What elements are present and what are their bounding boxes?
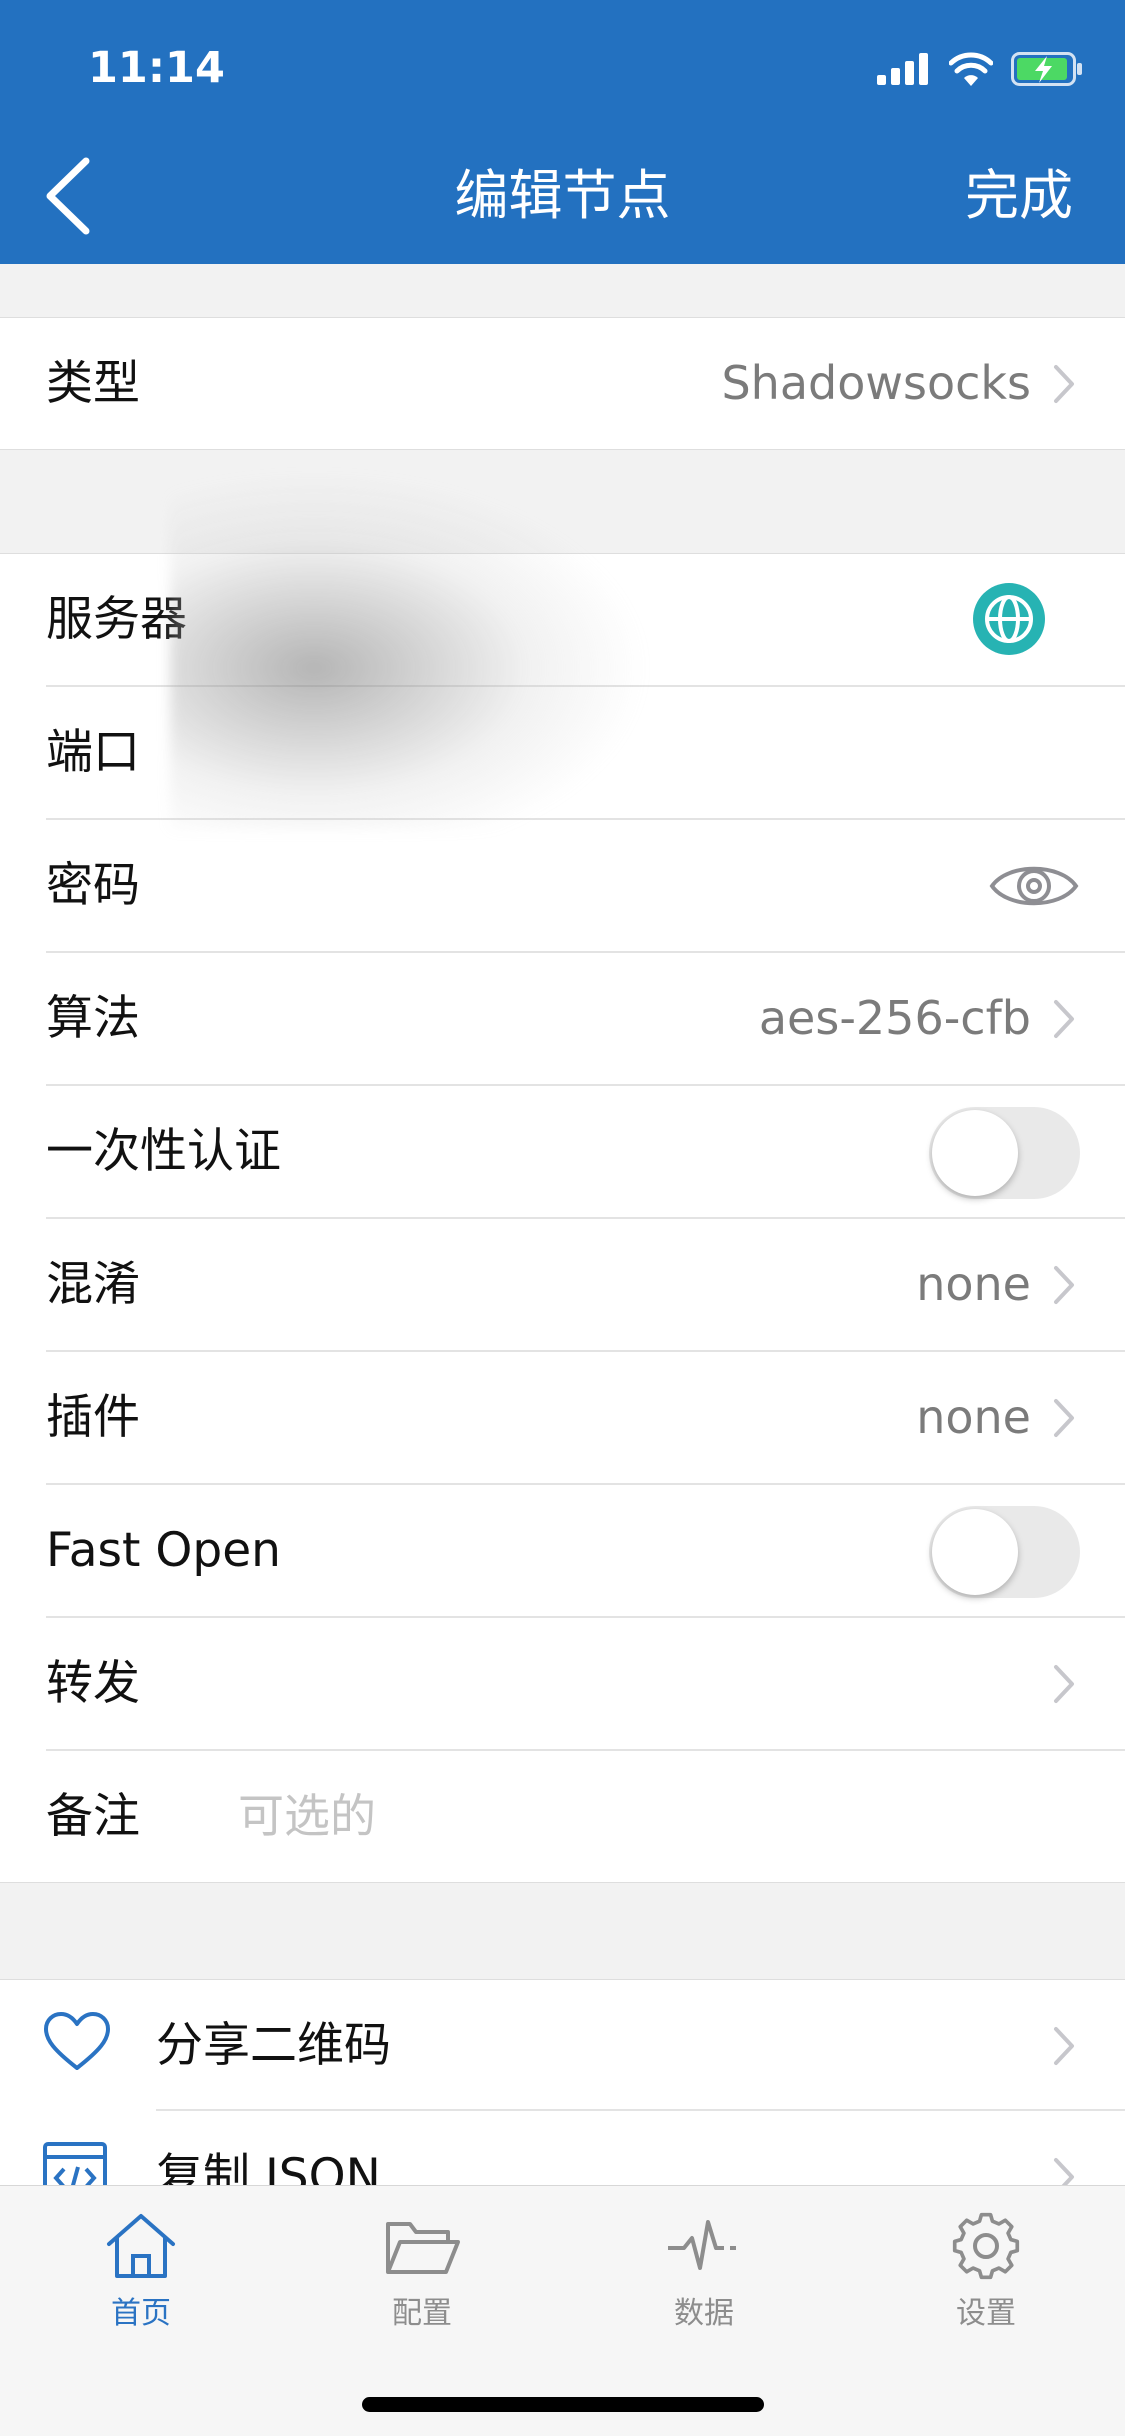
globe-glyph xyxy=(985,595,1033,643)
cipher-row[interactable]: 算法 aes-256-cfb xyxy=(46,953,1125,1086)
signal-icon xyxy=(877,53,928,85)
tab-home[interactable]: 首页 xyxy=(41,2186,241,2332)
copy-json-row[interactable]: 复制 JSON xyxy=(0,2111,1125,2187)
chevron-right-icon xyxy=(1054,1000,1074,1038)
home-icon xyxy=(107,2214,175,2278)
heart-icon xyxy=(44,2012,110,2070)
globe-icon[interactable] xyxy=(973,583,1045,655)
ota-row: 一次性认证 xyxy=(46,1086,1125,1219)
server-label: 服务器 xyxy=(46,592,187,647)
chevron-right-icon xyxy=(1054,365,1074,403)
obfs-label: 混淆 xyxy=(46,1257,140,1312)
chevron-right-icon xyxy=(1054,1399,1074,1437)
toggle-knob xyxy=(932,1509,1018,1595)
ota-label: 一次性认证 xyxy=(46,1124,281,1179)
code-window-icon xyxy=(43,2142,107,2187)
tab-settings[interactable]: 设置 xyxy=(886,2186,1086,2332)
tab-bar: 首页 配置 数据 设置 xyxy=(0,2185,1125,2436)
remark-row[interactable]: 备注 可选的 xyxy=(46,1751,1125,1882)
chevron-right-icon xyxy=(1054,2158,1074,2187)
type-value: Shadowsocks xyxy=(721,356,1031,410)
obfs-row[interactable]: 混淆 none xyxy=(46,1219,1125,1352)
cipher-value: aes-256-cfb xyxy=(758,991,1031,1045)
home-indicator xyxy=(362,2397,764,2412)
forward-row[interactable]: 转发 xyxy=(46,1618,1125,1751)
share-qr-row[interactable]: 分享二维码 xyxy=(0,1980,1125,2111)
forward-label: 转发 xyxy=(46,1656,140,1711)
eye-icon[interactable] xyxy=(988,857,1080,915)
tab-data[interactable]: 数据 xyxy=(604,2186,804,2332)
chevron-right-icon xyxy=(1054,1266,1074,1304)
fast-open-label: Fast Open xyxy=(46,1523,281,1578)
chevron-right-icon xyxy=(1054,2027,1074,2065)
tab-data-label: 数据 xyxy=(674,2296,734,2331)
share-qr-label: 分享二维码 xyxy=(156,2018,391,2073)
fast-open-toggle[interactable] xyxy=(929,1506,1080,1598)
remark-input[interactable]: 可选的 xyxy=(238,1751,376,1882)
cipher-label: 算法 xyxy=(46,991,140,1046)
status-time: 11:14 xyxy=(88,43,225,93)
plugin-value: none xyxy=(916,1390,1031,1444)
tab-settings-label: 设置 xyxy=(956,2296,1016,2331)
ota-toggle[interactable] xyxy=(929,1107,1080,1199)
type-group: 类型 Shadowsocks xyxy=(0,317,1125,450)
remark-label: 备注 xyxy=(46,1789,140,1844)
plugin-row[interactable]: 插件 none xyxy=(46,1352,1125,1485)
battery-charging-icon xyxy=(1011,52,1082,86)
type-row[interactable]: 类型 Shadowsocks xyxy=(46,318,1125,449)
activity-icon xyxy=(668,2220,736,2270)
copy-json-label: 复制 JSON xyxy=(156,2149,381,2187)
plugin-label: 插件 xyxy=(46,1390,140,1445)
port-label: 端口 xyxy=(46,725,140,780)
fast-open-row: Fast Open xyxy=(46,1485,1125,1618)
page-title: 编辑节点 xyxy=(454,164,671,227)
gear-icon xyxy=(952,2212,1020,2280)
redacted-area xyxy=(170,470,650,830)
tab-config[interactable]: 配置 xyxy=(322,2186,522,2332)
wifi-icon xyxy=(949,52,993,86)
obfs-value: none xyxy=(916,1257,1031,1311)
type-label: 类型 xyxy=(46,356,140,411)
navigation-header: 11:14 编辑节点 完成 xyxy=(0,0,1125,264)
actions-group: 分享二维码 复制 JSON xyxy=(0,1979,1125,2187)
status-icons xyxy=(877,44,1083,94)
done-button[interactable]: 完成 xyxy=(965,160,1073,232)
toggle-knob xyxy=(932,1110,1018,1196)
chevron-right-icon xyxy=(1054,1665,1074,1703)
password-row[interactable]: 密码 xyxy=(46,820,1125,953)
tab-config-label: 配置 xyxy=(392,2296,452,2331)
tab-home-label: 首页 xyxy=(111,2296,171,2331)
password-label: 密码 xyxy=(46,858,140,913)
folder-icon xyxy=(386,2222,460,2274)
